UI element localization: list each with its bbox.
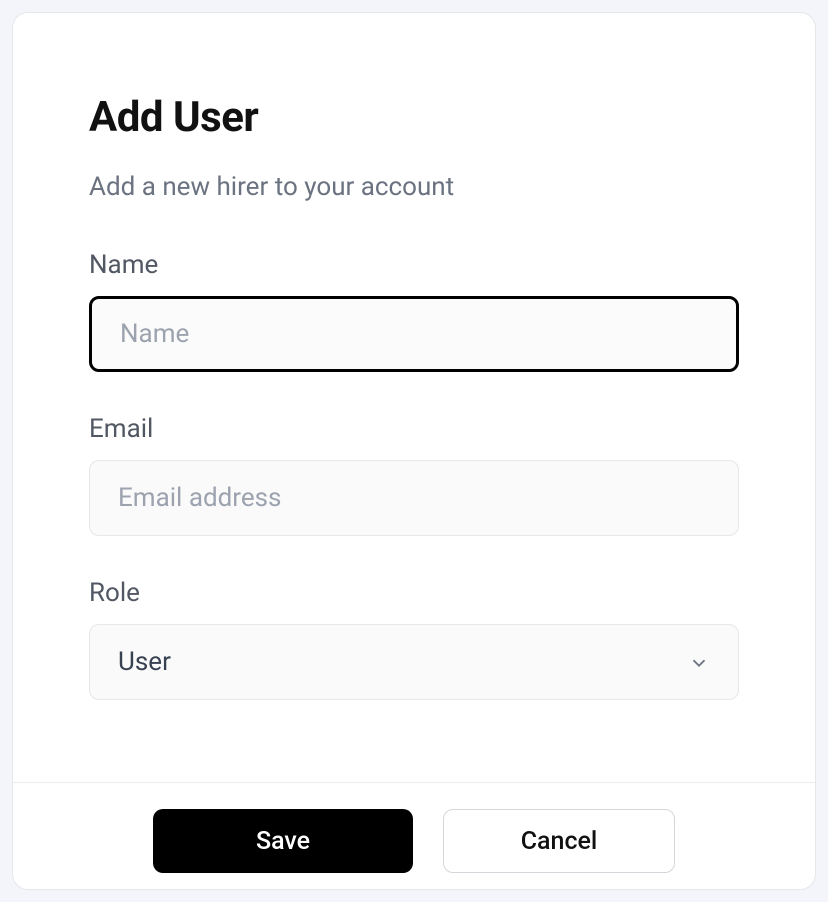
role-selected-value: User xyxy=(118,647,171,677)
modal-footer: Save Cancel xyxy=(13,782,815,890)
add-user-modal: Add User Add a new hirer to your account… xyxy=(12,12,816,890)
name-input[interactable] xyxy=(89,296,739,372)
modal-body: Add User Add a new hirer to your account… xyxy=(13,13,815,782)
modal-subtitle: Add a new hirer to your account xyxy=(89,172,739,202)
email-label: Email xyxy=(89,414,739,444)
name-label: Name xyxy=(89,250,739,280)
role-field: Role User xyxy=(89,578,739,700)
chevron-down-icon xyxy=(688,651,710,673)
email-input[interactable] xyxy=(89,460,739,536)
modal-title: Add User xyxy=(89,93,739,142)
email-field: Email xyxy=(89,414,739,536)
save-button[interactable]: Save xyxy=(153,809,413,873)
cancel-button[interactable]: Cancel xyxy=(443,809,675,873)
role-label: Role xyxy=(89,578,739,608)
name-field: Name xyxy=(89,250,739,372)
role-select[interactable]: User xyxy=(89,624,739,700)
